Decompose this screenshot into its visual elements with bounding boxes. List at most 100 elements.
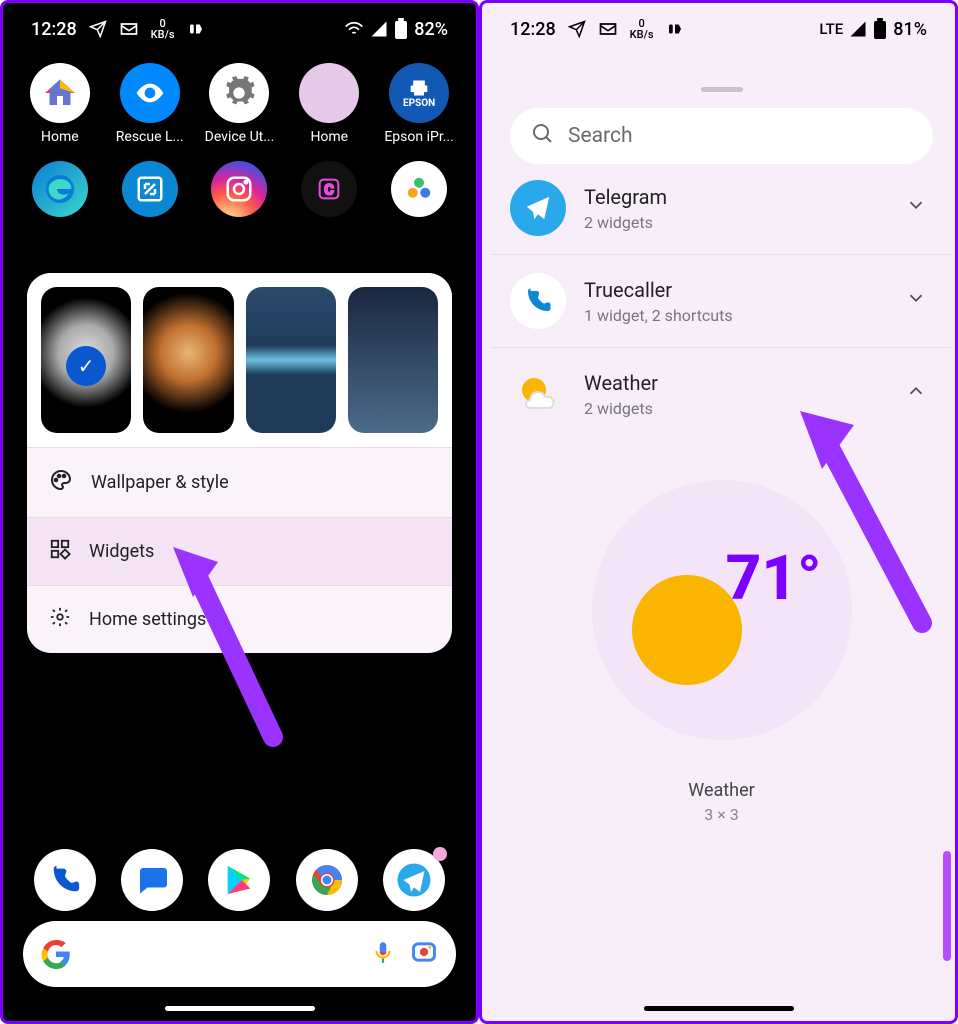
search-placeholder: Search xyxy=(568,124,633,148)
widget-app-sub: 2 widgets xyxy=(584,399,887,418)
wallpaper-thumb-2[interactable] xyxy=(143,287,233,433)
wallpaper-thumb-4[interactable] xyxy=(348,287,438,433)
gesture-nav-bar[interactable] xyxy=(644,1006,794,1011)
netspeed-icon: 0KB/s xyxy=(630,18,654,40)
chevron-up-icon xyxy=(905,380,927,408)
widget-search[interactable]: Search xyxy=(510,108,933,164)
sheet-handle[interactable] xyxy=(701,87,743,92)
folder-icon xyxy=(299,63,359,123)
battery-icon xyxy=(873,18,887,40)
clock: 12:28 xyxy=(510,19,556,40)
widget-app-truecaller[interactable]: Truecaller 1 widget, 2 shortcuts xyxy=(492,255,951,348)
wallpaper-thumb-1[interactable]: ✓ xyxy=(41,287,131,433)
wifi-icon xyxy=(344,19,364,39)
widget-app-weather[interactable]: Weather 2 widgets xyxy=(492,348,951,440)
chevron-down-icon xyxy=(905,287,927,315)
instagram-icon xyxy=(211,161,267,217)
app-resize[interactable] xyxy=(112,161,188,217)
search-icon xyxy=(530,121,554,151)
app-device-utility[interactable]: Device Ut... xyxy=(201,63,277,145)
app-label: Device Ut... xyxy=(205,129,275,145)
menu-label: Wallpaper & style xyxy=(91,472,229,493)
telegram-icon xyxy=(510,180,566,236)
svg-text:C: C xyxy=(324,180,334,198)
send-icon xyxy=(568,20,586,38)
weather-widget-preview[interactable]: 71° xyxy=(592,480,852,740)
battery-text: 81% xyxy=(893,19,927,40)
screenshot-right: 12:28 0KB/s LTE 81% Search Telegram 2 wi… xyxy=(479,0,958,1024)
app-home-folder[interactable]: Home xyxy=(291,63,367,145)
mail-icon xyxy=(598,19,618,39)
home-options-sheet: ✓ Wallpaper & style Widgets Home setting… xyxy=(27,273,452,653)
menu-label: Widgets xyxy=(89,541,154,562)
menu-label: Home settings xyxy=(89,609,206,630)
preview-size: 3 × 3 xyxy=(492,805,951,824)
circles-icon xyxy=(391,161,447,217)
edge-icon xyxy=(32,161,88,217)
menu-wallpaper-style[interactable]: Wallpaper & style xyxy=(27,447,452,517)
mail-icon xyxy=(119,19,139,39)
widgets-icon xyxy=(49,538,71,565)
app-label: Epson iPr... xyxy=(384,129,453,145)
telegram-app-icon[interactable] xyxy=(383,849,445,911)
widget-app-telegram[interactable]: Telegram 2 widgets xyxy=(492,174,951,255)
app-generic[interactable] xyxy=(381,161,457,217)
app-home[interactable]: Home xyxy=(22,63,98,145)
wallpaper-strip: ✓ xyxy=(27,273,452,447)
google-logo-icon xyxy=(41,939,71,969)
printer-icon: EPSON xyxy=(389,63,449,123)
widget-app-sub: 1 widget, 2 shortcuts xyxy=(584,306,887,325)
app-canva[interactable]: C xyxy=(291,161,367,217)
app-label: Rescue L... xyxy=(116,129,184,145)
wallpaper-thumb-3[interactable] xyxy=(246,287,336,433)
google-home-icon xyxy=(30,63,90,123)
resize-icon xyxy=(122,161,178,217)
menu-widgets[interactable]: Widgets xyxy=(27,517,452,585)
app-instagram[interactable] xyxy=(201,161,277,217)
app-row-2: C xyxy=(3,145,476,217)
battery-text: 82% xyxy=(414,19,448,40)
app-label: Home xyxy=(41,129,79,145)
chrome-icon[interactable] xyxy=(296,849,358,911)
mic-icon[interactable] xyxy=(370,939,396,969)
preview-label: Weather xyxy=(492,780,951,801)
app-label: Home xyxy=(310,129,348,145)
notification-icon xyxy=(187,20,205,38)
battery-icon xyxy=(394,18,408,40)
statusbar: 12:28 0KB/s 82% xyxy=(3,3,476,55)
widgets-sheet: Search Telegram 2 widgets Truecaller 1 w… xyxy=(492,71,951,1021)
gear-icon xyxy=(49,606,71,633)
temperature-text: 71° xyxy=(726,542,822,615)
truecaller-icon xyxy=(510,273,566,329)
google-search-bar[interactable] xyxy=(23,921,456,987)
app-edge[interactable] xyxy=(22,161,98,217)
play-store-icon[interactable] xyxy=(208,849,270,911)
palette-icon xyxy=(49,468,73,497)
clock: 12:28 xyxy=(31,19,77,40)
scrollbar-thumb[interactable] xyxy=(943,851,951,961)
menu-home-settings[interactable]: Home settings xyxy=(27,585,452,653)
send-icon xyxy=(89,20,107,38)
widget-app-title: Truecaller xyxy=(584,278,887,302)
check-icon: ✓ xyxy=(66,346,106,386)
messages-app-icon[interactable] xyxy=(121,849,183,911)
netspeed-icon: 0KB/s xyxy=(151,18,175,40)
gear-icon xyxy=(209,63,269,123)
gesture-nav-bar[interactable] xyxy=(165,1006,315,1011)
widget-app-title: Telegram xyxy=(584,185,887,209)
dock xyxy=(3,849,476,911)
app-rescue[interactable]: Rescue L... xyxy=(112,63,188,145)
notification-icon xyxy=(666,20,684,38)
widget-app-title: Weather xyxy=(584,371,887,395)
app-row-1: Home Rescue L... Device Ut... Home EPSON… xyxy=(3,55,476,145)
weather-icon xyxy=(510,366,566,422)
canva-icon: C xyxy=(301,161,357,217)
phone-app-icon[interactable] xyxy=(34,849,96,911)
signal-icon xyxy=(849,20,867,38)
app-epson[interactable]: EPSON Epson iPr... xyxy=(381,63,457,145)
eye-icon xyxy=(120,63,180,123)
signal-icon xyxy=(370,20,388,38)
chevron-down-icon xyxy=(905,194,927,222)
lens-icon[interactable] xyxy=(410,938,438,970)
network-text: LTE xyxy=(819,20,843,38)
